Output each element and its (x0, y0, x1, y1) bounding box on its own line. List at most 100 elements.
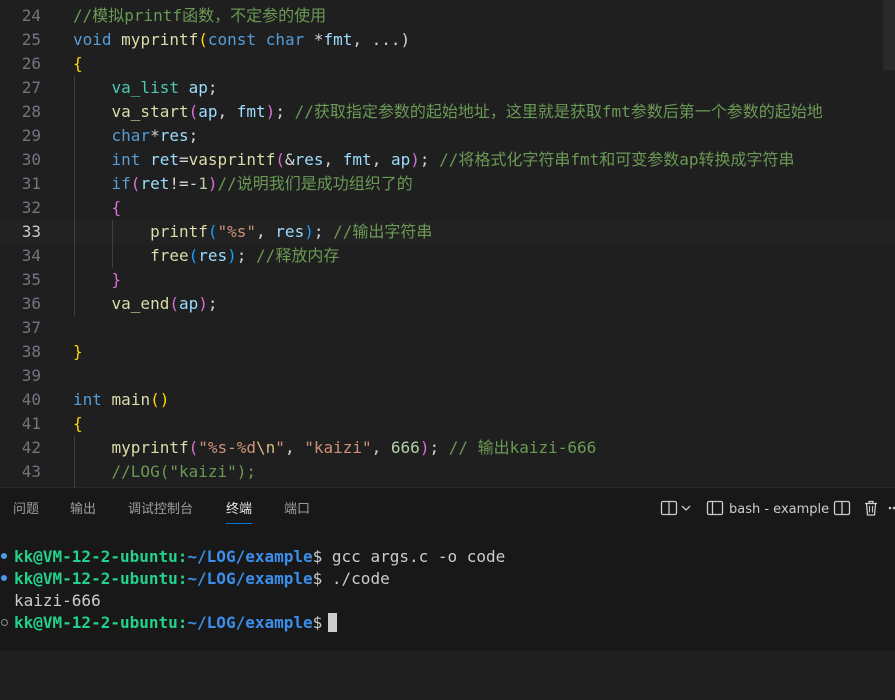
code-line[interactable]: 26 { (0, 52, 895, 76)
code-token: "%s" (217, 222, 257, 241)
code-line[interactable]: 29 char*res; (0, 124, 895, 148)
code-token: ) (304, 222, 314, 241)
split-layout-icon[interactable] (660, 499, 678, 521)
code-line[interactable]: 28 va_start(ap, fmt); //获取指定参数的起始地址，这里就是… (0, 100, 895, 124)
code-text: int ret=vasprintf(&res, fmt, ap); //将格式化… (73, 148, 795, 172)
code-text: printf("%s", res); //输出字符串 (73, 220, 432, 244)
terminal-name[interactable]: bash - example (729, 502, 829, 517)
tab-ports[interactable]: 端口 (284, 502, 310, 518)
code-token: fmt (342, 150, 372, 169)
code-line[interactable]: 37 (0, 316, 895, 340)
code-line[interactable]: 35 } (0, 268, 895, 292)
code-token: ap (178, 294, 199, 313)
line-number[interactable]: 24 (0, 4, 41, 28)
code-line[interactable]: 41 { (0, 412, 895, 436)
command-success-icon[interactable] (1, 553, 7, 559)
line-number[interactable]: 33 (0, 220, 41, 244)
prompt-path: ~/LOG/example (187, 547, 313, 566)
code-line[interactable]: 38} (0, 340, 895, 364)
code-token: ) (419, 438, 430, 457)
code-token: ; (236, 246, 257, 265)
code-line[interactable]: 40 int main() (0, 388, 895, 412)
code-line[interactable]: 32 { (0, 196, 895, 220)
line-number[interactable]: 34 (0, 244, 41, 268)
code-line[interactable]: 31 if(ret!=-1)//说明我们是成功组织了的 (0, 172, 895, 196)
line-number[interactable]: 25 (0, 28, 41, 52)
code-token: ( (207, 222, 218, 241)
line-number[interactable]: 41 (0, 412, 41, 436)
code-token: * (150, 126, 160, 145)
split-terminal-icon[interactable] (833, 499, 851, 521)
code-line[interactable]: 33 printf("%s", res); //输出字符串 (0, 220, 895, 244)
code-line[interactable]: 39 (0, 364, 895, 388)
code-editor[interactable]: 24 //模拟printf函数，不定参的使用 25 void myprintf(con… (0, 0, 895, 487)
code-text: //模拟printf函数，不定参的使用 (73, 4, 326, 28)
code-token: ap (198, 102, 218, 121)
line-number[interactable]: 35 (0, 268, 41, 292)
code-token: if (111, 174, 131, 193)
code-line[interactable]: 25 void myprintf(const char *fmt, ...) (0, 28, 895, 52)
line-number[interactable]: 31 (0, 172, 41, 196)
line-number[interactable]: 42 (0, 436, 41, 460)
code-token: main (111, 390, 151, 409)
code-line[interactable]: 24 //模拟printf函数，不定参的使用 (0, 4, 895, 28)
code-token: ap (390, 150, 411, 169)
line-number[interactable]: 43 (0, 460, 41, 484)
line-number[interactable]: 30 (0, 148, 41, 172)
code-token: char (265, 30, 305, 49)
code-token: const (207, 30, 257, 49)
code-token: ) (198, 294, 208, 313)
code-text: { (73, 52, 83, 76)
code-token: ) (410, 150, 420, 169)
code-token: ( (130, 174, 141, 193)
command-idle-icon[interactable] (1, 619, 8, 626)
code-token: ; (429, 438, 449, 457)
code-line[interactable]: 27 va_list ap; (0, 76, 895, 100)
code-text: int main() (73, 388, 169, 412)
code-token: , (284, 438, 305, 457)
minimap[interactable] (883, 0, 895, 70)
code-token: ; (275, 102, 295, 121)
code-token: () (150, 390, 170, 409)
line-number[interactable]: 28 (0, 100, 41, 124)
line-number[interactable]: 39 (0, 364, 41, 388)
tab-terminal[interactable]: 终端 (226, 502, 253, 524)
code-line[interactable]: 36 va_end(ap); (0, 292, 895, 316)
more-icon[interactable] (886, 499, 895, 521)
code-line[interactable]: 42 myprintf("%s-%d\n", "kaizi", 666); //… (0, 436, 895, 460)
code-token: //模拟printf函数，不定参的使用 (73, 6, 327, 25)
code-token: { (73, 414, 83, 433)
code-line[interactable]: 43 //LOG("kaizi"); (0, 460, 895, 484)
code-line[interactable]: 30 int ret=vasprintf(&res, fmt, ap); //将… (0, 148, 895, 172)
code-line[interactable]: 34 free(res); //释放内存 (0, 244, 895, 268)
line-number[interactable]: 36 (0, 292, 41, 316)
chevron-down-icon[interactable] (680, 499, 692, 521)
terminal-output[interactable]: kk@VM-12-2-ubuntu:~/LOG/example$ gcc arg… (0, 546, 895, 634)
trash-icon[interactable] (862, 499, 880, 521)
code-token: ret (140, 174, 170, 193)
bottom-panel: 问题 输出 调试控制台 终端 端口 bash - example kk@VM-1… (0, 487, 895, 651)
line-number[interactable]: 32 (0, 196, 41, 220)
line-number[interactable]: 26 (0, 52, 41, 76)
command-success-icon[interactable] (1, 575, 7, 581)
line-number[interactable]: 38 (0, 340, 41, 364)
tab-debug-console[interactable]: 调试控制台 (128, 502, 193, 518)
line-number[interactable]: 27 (0, 76, 41, 100)
line-number[interactable]: 37 (0, 316, 41, 340)
tab-problems[interactable]: 问题 (13, 502, 39, 518)
command-text: ./code (331, 569, 390, 588)
code-token: ( (169, 294, 179, 313)
code-token: { (111, 198, 122, 217)
code-token: ( (188, 438, 199, 457)
tab-output[interactable]: 输出 (70, 502, 96, 518)
code-token: free (150, 246, 189, 265)
line-number[interactable]: 40 (0, 388, 41, 412)
line-number[interactable]: 29 (0, 124, 41, 148)
